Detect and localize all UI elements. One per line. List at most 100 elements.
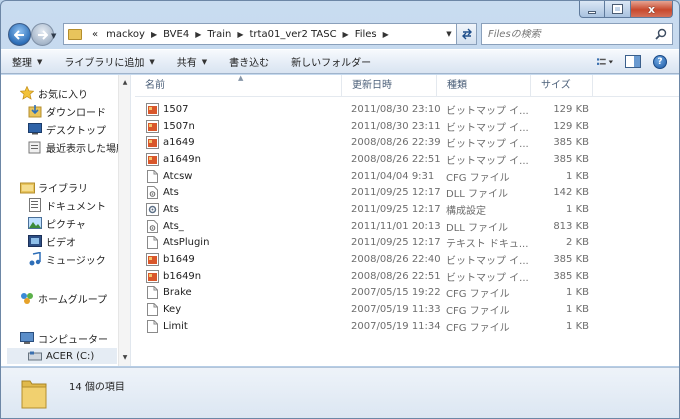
nav-label: ビデオ <box>46 237 76 249</box>
view-options-icon <box>597 57 613 65</box>
recent-pages-dropdown[interactable]: ▼ <box>51 32 56 40</box>
maximize-icon <box>612 4 623 14</box>
column-header-size[interactable]: サイズ <box>531 75 593 97</box>
help-button[interactable]: ? <box>653 54 667 69</box>
close-icon: x <box>647 2 656 16</box>
file-row[interactable]: Limit 2007/05/19 11:34 CFG ファイル 1 KB <box>135 318 679 335</box>
file-row[interactable]: Brake 2007/05/15 19:22 CFG ファイル 1 KB <box>135 285 679 302</box>
change-view-button[interactable] <box>597 55 613 69</box>
file-row[interactable]: Ats 2011/09/25 12:17 DLL ファイル 142 KB <box>135 184 679 201</box>
refresh-button[interactable] <box>457 23 477 45</box>
nav-item-favorites[interactable]: お気に入り <box>19 85 88 101</box>
nav-item-videos[interactable]: ビデオ <box>27 233 76 249</box>
breadcrumb-item[interactable]: trta01_ver2 TASC <box>246 29 341 40</box>
address-bar[interactable]: « mackoy ▶ BVE4 ▶ Train ▶ trta01_ver2 TA… <box>63 23 457 45</box>
chevron-right-icon[interactable]: ▶ <box>149 30 159 39</box>
libraries-icon <box>19 180 35 194</box>
file-date: 2008/08/26 22:51 <box>351 153 441 165</box>
bitmap-icon <box>146 136 159 150</box>
nav-label: デスクトップ <box>46 125 106 137</box>
file-size: 813 KB <box>553 220 589 232</box>
file-type: CFG ファイル <box>446 289 510 301</box>
content-area: お気に入り ダウンロード デスクトップ 最近表示した場所 ライブラリ ドキュメン… <box>1 74 679 366</box>
file-row[interactable]: b1649 2008/08/26 22:40 ビットマップ イ... 385 KB <box>135 251 679 268</box>
file-type: ビットマップ イ... <box>446 105 529 117</box>
file-name: AtsPlugin <box>163 237 210 249</box>
column-name-label: 名前 <box>145 80 165 91</box>
add-to-library-button[interactable]: ライブラリに追加 ▼ <box>53 54 165 70</box>
share-button[interactable]: 共有 ▼ <box>166 54 218 70</box>
file-row[interactable]: Ats 2011/09/25 12:17 構成設定 1 KB <box>135 201 679 218</box>
file-row[interactable]: a1649n 2008/08/26 22:51 ビットマップ イ... 385 KB <box>135 151 679 168</box>
file-date: 2011/09/25 12:17 <box>351 187 441 199</box>
chevron-right-icon[interactable]: ▶ <box>381 30 391 39</box>
music-icon <box>27 252 43 266</box>
maximize-button[interactable] <box>605 1 631 18</box>
breadcrumb-overflow[interactable]: « <box>88 29 102 40</box>
nav-label: 最近表示した場所 <box>46 143 126 155</box>
nav-item-downloads[interactable]: ダウンロード <box>27 103 106 119</box>
file-name: 1507n <box>163 120 195 132</box>
nav-label: ピクチャ <box>46 219 86 231</box>
pane-splitter[interactable] <box>131 75 134 366</box>
nav-item-libraries[interactable]: ライブラリ <box>19 179 88 195</box>
file-date: 2011/09/25 12:17 <box>351 237 441 249</box>
nav-item-desktop[interactable]: デスクトップ <box>27 121 106 137</box>
navigation-pane: お気に入り ダウンロード デスクトップ 最近表示した場所 ライブラリ ドキュメン… <box>1 75 131 366</box>
scroll-down-icon[interactable]: ▼ <box>119 352 130 364</box>
hard-drive-icon <box>27 349 43 363</box>
file-row[interactable]: b1649n 2008/08/26 22:51 ビットマップ イ... 385 KB <box>135 268 679 285</box>
nav-item-recent-places[interactable]: 最近表示した場所 <box>27 139 126 155</box>
desktop-icon <box>27 122 43 136</box>
address-history-dropdown[interactable]: ▼ <box>442 30 456 38</box>
nav-item-drive-c[interactable]: ACER (C:) <box>7 348 117 364</box>
back-button[interactable] <box>8 23 31 46</box>
chevron-right-icon[interactable]: ▶ <box>193 30 203 39</box>
file-row[interactable]: Key 2007/05/19 11:33 CFG ファイル 1 KB <box>135 301 679 318</box>
nav-item-pictures[interactable]: ピクチャ <box>27 215 86 231</box>
nav-item-music[interactable]: ミュージック <box>27 251 106 267</box>
folder-icon <box>21 380 47 409</box>
preview-pane-button[interactable] <box>625 55 641 69</box>
file-date: 2011/08/30 23:11 <box>351 120 441 132</box>
new-folder-button[interactable]: 新しいフォルダー <box>280 54 382 69</box>
back-arrow-icon <box>14 29 24 40</box>
column-header-row: ▲ 名前 更新日時 種類 サイズ <box>135 74 679 97</box>
file-row[interactable]: a1649 2008/08/26 22:39 ビットマップ イ... 385 KB <box>135 134 679 151</box>
file-name: Limit <box>163 320 188 332</box>
chevron-down-icon: ▼ <box>149 57 155 66</box>
file-row[interactable]: AtsPlugin 2011/09/25 12:17 テキスト ドキュ... 2 KB <box>135 235 679 252</box>
burn-button[interactable]: 書き込む <box>218 54 280 69</box>
close-button[interactable]: x <box>631 1 673 18</box>
nav-item-homegroup[interactable]: ホームグループ <box>19 290 107 306</box>
chevron-right-icon[interactable]: ▶ <box>235 30 245 39</box>
search-input[interactable] <box>488 28 648 40</box>
minimize-button[interactable] <box>579 1 605 18</box>
file-date: 2008/08/26 22:40 <box>351 254 441 266</box>
column-header-type[interactable]: 種類 <box>437 75 531 97</box>
file-type: ビットマップ イ... <box>446 155 529 167</box>
nav-item-computer[interactable]: コンピューター <box>19 330 108 346</box>
organize-button[interactable]: 整理 ▼ <box>1 54 53 70</box>
breadcrumb-item[interactable]: BVE4 <box>159 29 193 40</box>
nav-item-documents[interactable]: ドキュメント <box>27 197 106 213</box>
nav-scrollbar[interactable]: ▲ ▼ <box>118 75 130 366</box>
column-header-name[interactable]: ▲ 名前 <box>135 74 342 97</box>
chevron-right-icon[interactable]: ▶ <box>341 30 351 39</box>
scroll-up-icon[interactable]: ▲ <box>119 77 130 89</box>
file-name: Ats <box>163 187 179 199</box>
file-size: 1 KB <box>566 304 589 316</box>
column-header-date[interactable]: 更新日時 <box>342 75 437 97</box>
file-type: DLL ファイル <box>446 222 509 234</box>
file-date: 2011/04/04 9:31 <box>351 170 435 182</box>
file-row[interactable]: 1507 2011/08/30 23:10 ビットマップ イ... 129 KB <box>135 101 679 118</box>
search-icon[interactable] <box>655 28 667 40</box>
file-row[interactable]: 1507n 2011/08/30 23:11 ビットマップ イ... 129 KB <box>135 118 679 135</box>
breadcrumb-item[interactable]: Train <box>203 29 235 40</box>
file-type: ビットマップ イ... <box>446 256 529 268</box>
file-row[interactable]: Ats_ 2011/11/01 20:13 DLL ファイル 813 KB <box>135 218 679 235</box>
file-row[interactable]: Atcsw 2011/04/04 9:31 CFG ファイル 1 KB <box>135 168 679 185</box>
breadcrumb-item[interactable]: mackoy <box>102 29 149 40</box>
breadcrumb-item[interactable]: Files <box>351 29 381 40</box>
bitmap-icon <box>146 119 159 133</box>
